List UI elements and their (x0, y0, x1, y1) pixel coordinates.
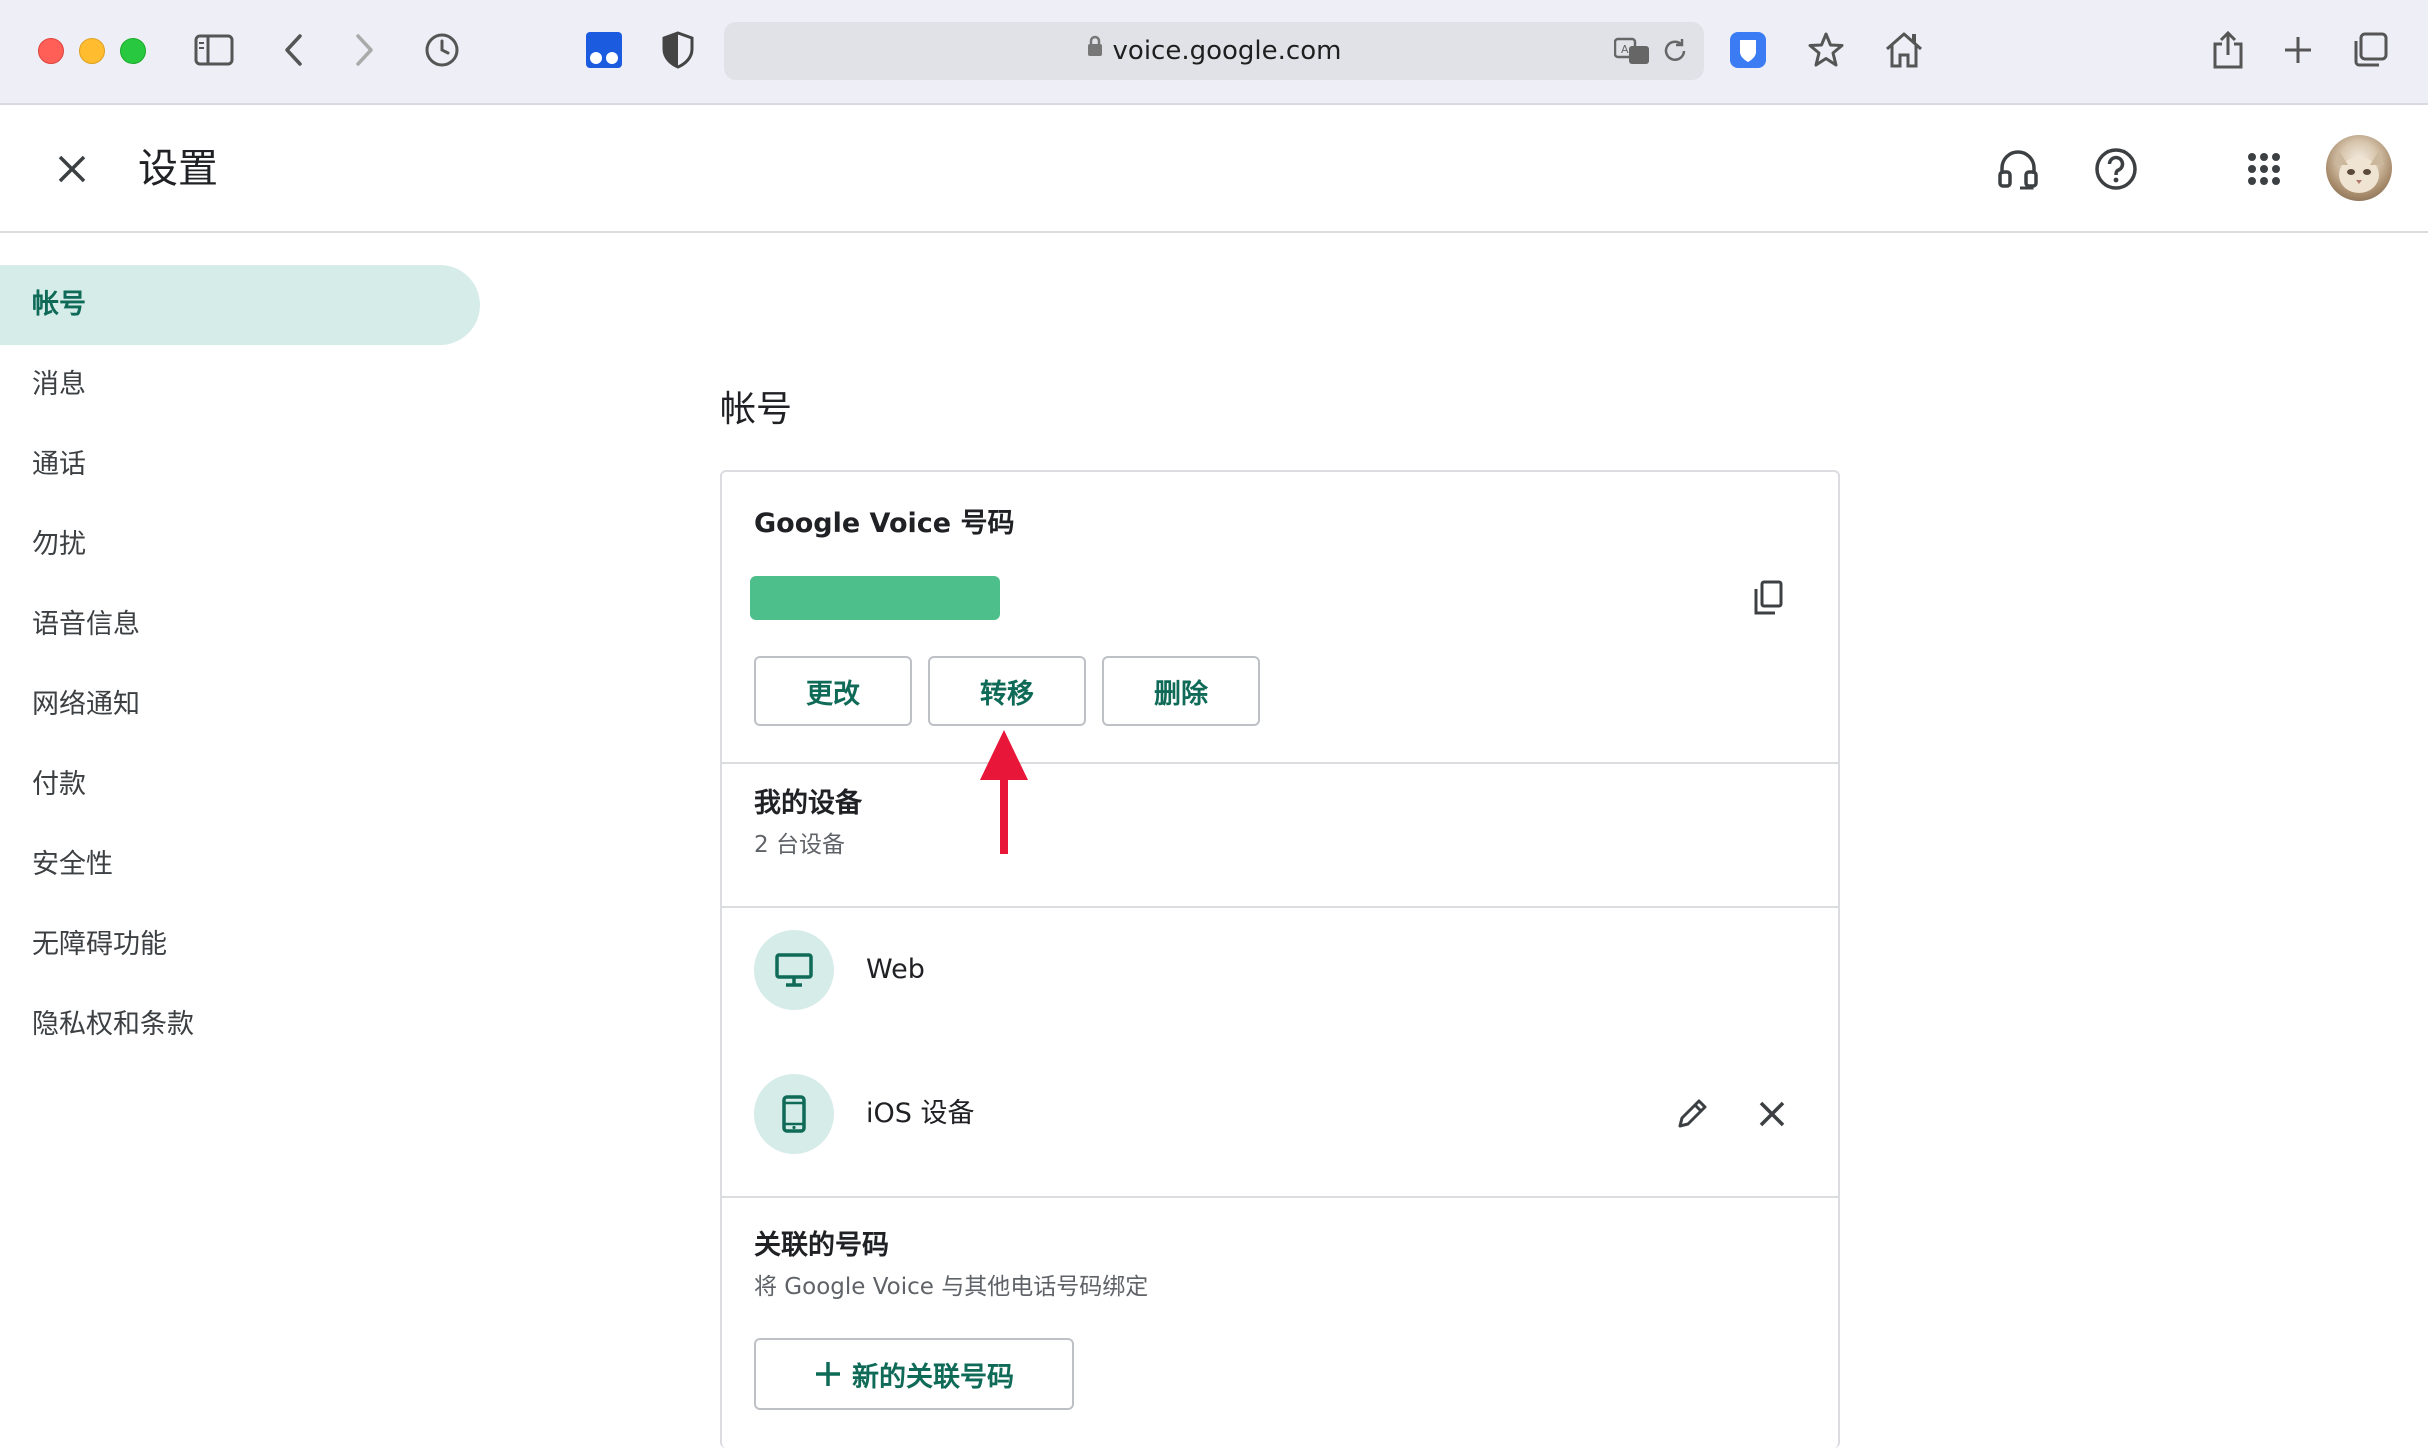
close-icon (1759, 1101, 1785, 1127)
password-manager-icon[interactable] (1724, 26, 1772, 74)
device-row: Web (722, 908, 1838, 1052)
phone-icon (754, 1074, 834, 1154)
voice-number-section: Google Voice 号码 更改 转移 删除 (722, 472, 1838, 762)
linked-numbers-section: 关联的号码 将 Google Voice 与其他电话号码绑定 新的关联号码 (722, 1198, 1838, 1448)
devices-section: 我的设备 2 台设备 (722, 764, 1838, 904)
plus-icon (816, 1362, 840, 1386)
edit-device-button[interactable] (1664, 1086, 1720, 1142)
share-icon[interactable] (2204, 26, 2252, 74)
remove-device-button[interactable] (1744, 1086, 1800, 1142)
new-tab-icon[interactable] (2274, 26, 2322, 74)
app-header: 设置 (0, 105, 2428, 233)
pencil-icon (1678, 1099, 1707, 1128)
back-icon[interactable] (270, 26, 318, 74)
forward-icon[interactable] (340, 26, 388, 74)
sidebar-toggle-icon[interactable] (190, 26, 238, 74)
redacted-phone-number (750, 576, 1000, 620)
sidebar-item-account[interactable]: 帐号 (0, 265, 480, 345)
svg-text:A: A (1621, 43, 1629, 56)
bookmark-star-icon[interactable] (1802, 26, 1850, 74)
lock-icon (1087, 20, 1103, 78)
copy-icon (1754, 580, 1783, 615)
extension-icon[interactable] (580, 26, 628, 74)
add-linked-number-label: 新的关联号码 (852, 1361, 1014, 1393)
linked-numbers-subtitle: 将 Google Voice 与其他电话号码绑定 (754, 1274, 1149, 1300)
devices-count: 2 台设备 (754, 832, 845, 858)
translate-icon[interactable]: A (1613, 36, 1650, 66)
help-icon[interactable] (2086, 139, 2146, 199)
address-bar[interactable]: voice.google.com A (724, 22, 1704, 80)
apps-grid-icon[interactable] (2234, 139, 2294, 199)
close-window-button[interactable] (38, 38, 64, 64)
device-name: iOS 设备 (866, 1098, 975, 1129)
support-headset-icon[interactable] (1988, 139, 2048, 199)
sidebar-item-security[interactable]: 安全性 (0, 825, 480, 905)
sidebar-item-payments[interactable]: 付款 (0, 745, 480, 825)
devices-heading: 我的设备 (754, 788, 862, 819)
close-settings-button[interactable] (44, 141, 100, 197)
history-icon[interactable] (418, 26, 466, 74)
sidebar-item-messages[interactable]: 消息 (0, 345, 480, 425)
settings-sidebar: 帐号 消息 通话 勿扰 语音信息 网络通知 付款 安全性 无障碍功能 隐私权和条… (0, 265, 480, 1065)
page-title: 设置 (138, 146, 218, 192)
privacy-shield-icon[interactable] (654, 26, 702, 74)
linked-numbers-heading: 关联的号码 (754, 1230, 889, 1261)
voice-number-heading: Google Voice 号码 (754, 508, 1015, 539)
sidebar-item-accessibility[interactable]: 无障碍功能 (0, 905, 480, 985)
transfer-number-button[interactable]: 转移 (928, 656, 1086, 726)
device-name: Web (866, 954, 925, 985)
close-icon (58, 155, 86, 183)
section-title: 帐号 (720, 389, 793, 430)
sidebar-item-privacy-terms[interactable]: 隐私权和条款 (0, 985, 480, 1065)
monitor-icon (754, 930, 834, 1010)
sidebar-item-calls[interactable]: 通话 (0, 425, 480, 505)
zoom-window-button[interactable] (120, 38, 146, 64)
sidebar-item-web-notifications[interactable]: 网络通知 (0, 665, 480, 745)
copy-number-button[interactable] (1740, 570, 1796, 626)
change-number-button[interactable]: 更改 (754, 656, 912, 726)
sidebar-item-do-not-disturb[interactable]: 勿扰 (0, 505, 480, 585)
browser-toolbar: voice.google.com A (0, 0, 2428, 105)
url-text: voice.google.com (1112, 36, 1342, 66)
tab-overview-icon[interactable] (2346, 26, 2394, 74)
account-card: Google Voice 号码 更改 转移 删除 我的设备 2 台设备 Web … (720, 470, 1840, 1448)
annotation-arrow-icon (980, 730, 1028, 854)
account-avatar[interactable] (2326, 135, 2392, 201)
device-row: iOS 设备 (722, 1052, 1838, 1196)
home-icon[interactable] (1880, 26, 1928, 74)
delete-number-button[interactable]: 删除 (1102, 656, 1260, 726)
sidebar-item-voicemail[interactable]: 语音信息 (0, 585, 480, 665)
minimize-window-button[interactable] (79, 38, 105, 64)
reload-icon[interactable] (1660, 36, 1690, 66)
add-linked-number-button[interactable]: 新的关联号码 (754, 1338, 1074, 1410)
